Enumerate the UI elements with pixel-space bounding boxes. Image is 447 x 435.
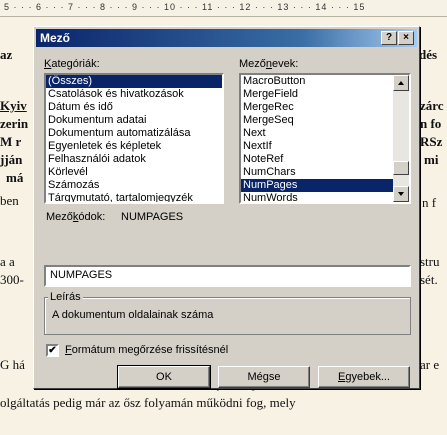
doc-text: olgáltatás pedig már az ősz folyamán műk…	[0, 395, 296, 410]
category-item[interactable]: Számozás	[46, 179, 222, 192]
ruler: 5 · · · 6 · · · 7 · · · 8 · · · 9 · · · …	[0, 0, 447, 17]
preserve-format-checkbox[interactable]: ✔	[46, 344, 59, 357]
fieldname-item[interactable]: Next	[241, 127, 409, 140]
doc-text: RSz	[420, 134, 443, 149]
fieldname-item[interactable]: NumWords	[241, 192, 409, 202]
doc-text: má	[6, 170, 24, 185]
description-label: Leírás	[48, 291, 83, 303]
doc-text: zerin	[0, 116, 29, 131]
help-button[interactable]: ?	[381, 31, 397, 45]
doc-text: Kyiv	[0, 98, 27, 113]
ok-button[interactable]: OK	[117, 365, 211, 389]
category-item[interactable]: Dokumentum automatizálása	[46, 127, 222, 140]
fieldname-item[interactable]: MergeSeq	[241, 114, 409, 127]
category-item[interactable]: Körlevél	[46, 166, 222, 179]
doc-text: ben	[0, 193, 19, 208]
category-item[interactable]: Egyenletek és képletek	[46, 140, 222, 153]
description-text: A dokumentum oldalainak száma	[52, 309, 214, 321]
check-icon: ✔	[48, 345, 57, 356]
doc-text: stru	[420, 254, 440, 269]
fieldname-item[interactable]: MergeRec	[241, 101, 409, 114]
category-item[interactable]: Tárgymutató, tartalomjegyzék	[46, 192, 222, 202]
close-button[interactable]: ×	[398, 31, 414, 45]
doc-text: mi	[424, 152, 439, 167]
doc-text: n fo	[420, 116, 442, 131]
doc-text: ar e	[420, 357, 440, 372]
category-item[interactable]: Dátum és idő	[46, 101, 222, 114]
category-item[interactable]: Dokumentum adatai	[46, 114, 222, 127]
doc-text: M r	[0, 134, 22, 149]
doc-text: sét.	[420, 272, 438, 287]
fieldcodes-value: NUMPAGES	[121, 211, 184, 223]
dialog-title: Mező	[40, 31, 70, 45]
categories-label: Kategóriák:	[44, 58, 100, 70]
scroll-down-button[interactable]	[393, 186, 409, 202]
arrow-up-icon	[398, 81, 404, 85]
fieldcodes-label: Mezőkódok:	[46, 211, 106, 223]
fieldname-item[interactable]: NoteRef	[241, 153, 409, 166]
field-code-input[interactable]: NUMPAGES	[44, 265, 411, 287]
categories-list[interactable]: (Összes) Csatolások és hivatkozások Dátu…	[44, 73, 224, 204]
fieldnames-label: Mezőnevek:	[239, 58, 299, 70]
arrow-down-icon	[398, 192, 404, 196]
fieldnames-list[interactable]: MacroButton MergeField MergeRec MergeSeq…	[239, 73, 411, 204]
doc-text: zárc	[420, 98, 444, 113]
close-icon: ×	[403, 32, 409, 43]
doc-text: G há	[0, 357, 25, 372]
preserve-format-label[interactable]: Formátum megőrzése frissítésnél	[65, 344, 228, 356]
fieldname-item[interactable]: NumChars	[241, 166, 409, 179]
other-button[interactable]: Egyebek...	[318, 366, 410, 388]
doc-text: dés	[419, 47, 438, 62]
fieldname-item[interactable]: MacroButton	[241, 75, 409, 88]
category-item[interactable]: Felhasználói adatok	[46, 153, 222, 166]
category-item[interactable]: Csatolások és hivatkozások	[46, 88, 222, 101]
category-item[interactable]: (Összes)	[46, 75, 222, 88]
help-icon: ?	[385, 32, 393, 43]
doc-text: az	[0, 47, 13, 62]
fieldname-item[interactable]: MergeField	[241, 88, 409, 101]
doc-text: a a	[0, 254, 15, 269]
fieldname-item[interactable]: NextIf	[241, 140, 409, 153]
scroll-thumb[interactable]	[393, 161, 409, 175]
doc-text: 300-	[0, 272, 24, 287]
fieldnames-scrollbar[interactable]	[393, 75, 409, 202]
doc-text: jján	[0, 152, 23, 167]
scroll-up-button[interactable]	[393, 75, 409, 91]
field-dialog: Mező ? × Kategóriák: (Összes) Csatolások…	[33, 26, 420, 389]
dialog-titlebar[interactable]: Mező	[36, 29, 417, 47]
doc-text: n f	[422, 195, 437, 210]
cancel-button[interactable]: Mégse	[218, 366, 310, 388]
fieldname-item[interactable]: NumPages	[241, 179, 393, 192]
